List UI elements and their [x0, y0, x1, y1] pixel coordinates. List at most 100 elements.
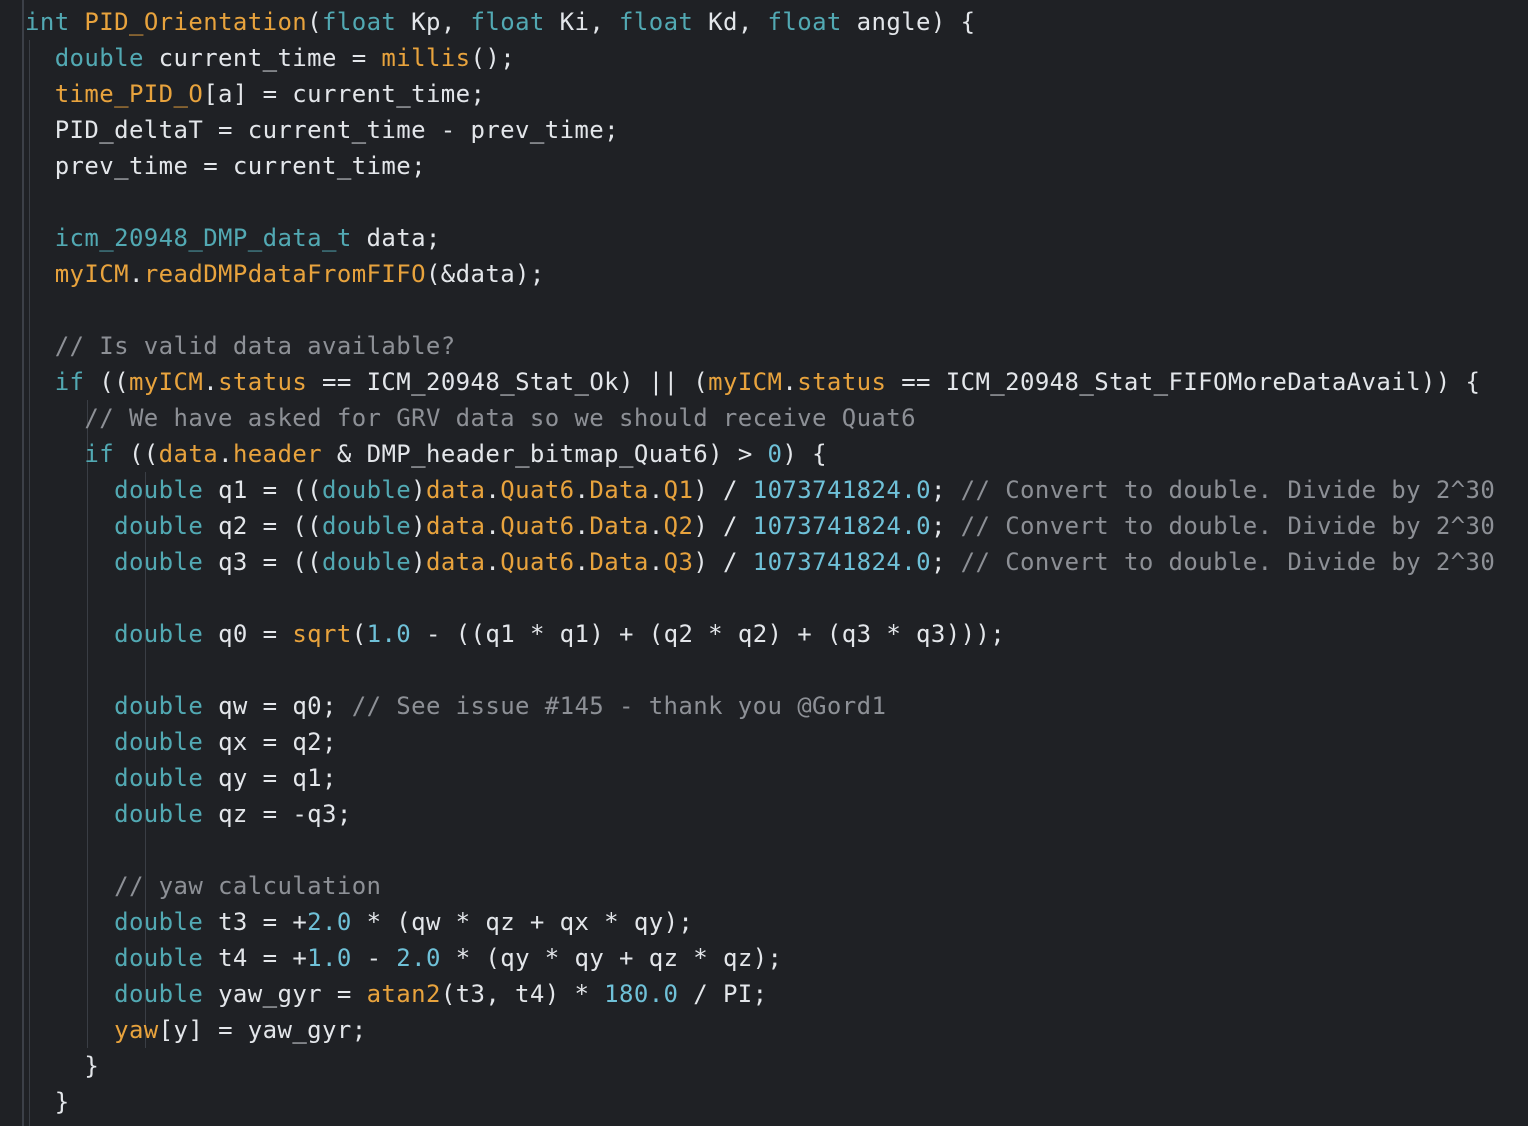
code-line: double q3 = ((double)data.Quat6.Data.Q3)…: [25, 544, 1495, 580]
code-token: .: [574, 476, 590, 504]
code-token: == ICM_20948_Stat_Ok) || (: [307, 368, 709, 396]
code-token: double: [114, 620, 204, 648]
code-token: atan2: [366, 980, 441, 1008]
code-token: float: [767, 8, 842, 36]
code-token: * (qw * qz + qx * qy);: [351, 908, 694, 936]
code-token: readDMPdataFromFIFO: [143, 260, 426, 288]
code-token: .: [574, 512, 590, 540]
code-line: prev_time = current_time;: [25, 148, 1495, 184]
code-token: if: [54, 368, 85, 396]
code-editor[interactable]: int PID_Orientation(float Kp, float Ki, …: [0, 0, 1528, 1126]
code-token: 2.0: [307, 908, 352, 936]
code-token: // yaw calculation: [114, 872, 382, 900]
code-token: }: [25, 1088, 70, 1116]
code-token: / PI;: [678, 980, 768, 1008]
code-line: icm_20948_DMP_data_t data;: [25, 220, 1495, 256]
code-token: 2.0: [396, 944, 441, 972]
code-token: ): [411, 512, 426, 540]
code-line: time_PID_O[a] = current_time;: [25, 76, 1495, 112]
code-token: [a] = current_time;: [203, 80, 486, 108]
code-token: millis: [381, 44, 471, 72]
code-line: int PID_Orientation(float Kp, float Ki, …: [25, 4, 1495, 40]
code-token: -: [351, 944, 397, 972]
code-token: // See issue #145 - thank you @Gord1: [351, 692, 887, 720]
code-token: t3 = +: [203, 908, 308, 936]
code-token: Q2: [663, 512, 694, 540]
code-token: Kd,: [693, 8, 768, 36]
code-line: double t4 = +1.0 - 2.0 * (qy * qy + qz *…: [25, 940, 1495, 976]
code-line: if ((data.header & DMP_header_bitmap_Qua…: [25, 436, 1495, 472]
code-token: if: [84, 440, 115, 468]
code-token: PID_Orientation: [84, 8, 308, 36]
code-token: 180.0: [604, 980, 679, 1008]
code-token: Quat6: [500, 476, 575, 504]
code-token: .: [485, 512, 501, 540]
code-token: myICM: [128, 368, 204, 396]
code-token: qz = -q3;: [203, 800, 352, 828]
code-token: myICM: [708, 368, 783, 396]
code-token: header: [232, 440, 323, 468]
code-token: .: [203, 368, 219, 396]
code-token: float: [619, 8, 694, 36]
code-line: yaw[y] = yaw_gyr;: [25, 1012, 1495, 1048]
code-token: (: [307, 8, 323, 36]
code-line: double t3 = +2.0 * (qw * qz + qx * qy);: [25, 904, 1495, 940]
code-token: double: [114, 728, 204, 756]
code-area[interactable]: int PID_Orientation(float Kp, float Ki, …: [25, 4, 1495, 1120]
code-token: data: [158, 440, 219, 468]
code-token: double: [114, 476, 204, 504]
code-line: // We have asked for GRV data so we shou…: [25, 400, 1495, 436]
code-line: double qx = q2;: [25, 724, 1495, 760]
code-token: == ICM_20948_Stat_FIFOMoreDataAvail)) {: [886, 368, 1481, 396]
code-token: Kp,: [396, 8, 471, 36]
code-token: 1073741824.0: [752, 512, 931, 540]
code-token: status: [797, 368, 887, 396]
code-token: t4 = +: [203, 944, 308, 972]
code-token: ;: [930, 548, 961, 576]
code-line: // yaw calculation: [25, 868, 1495, 904]
code-line: double yaw_gyr = atan2(t3, t4) * 180.0 /…: [25, 976, 1495, 1012]
code-token: - ((q1 * q1) + (q2 * q2) + (q3 * q3)));: [411, 620, 1006, 648]
code-token: Quat6: [500, 512, 575, 540]
code-token: ;: [930, 512, 961, 540]
code-token: double: [114, 944, 204, 972]
code-token: // Convert to double. Divide by 2^30: [960, 512, 1496, 540]
code-line: myICM.readDMPdataFromFIFO(&data);: [25, 256, 1495, 292]
code-token: .: [648, 548, 664, 576]
code-token: prev_time = current_time;: [25, 152, 426, 180]
code-line: }: [25, 1084, 1495, 1120]
code-token: [y] = yaw_gyr;: [158, 1016, 367, 1044]
code-token: Data: [589, 512, 649, 540]
code-line: double qz = -q3;: [25, 796, 1495, 832]
code-token: Q3: [663, 548, 694, 576]
code-token: 1.0: [307, 944, 352, 972]
code-token: .: [485, 548, 501, 576]
code-token: // We have asked for GRV data so we shou…: [84, 404, 916, 432]
code-token: Data: [589, 476, 649, 504]
code-token: ) /: [693, 476, 753, 504]
code-token: 1073741824.0: [752, 476, 931, 504]
code-line: double q1 = ((double)data.Quat6.Data.Q1)…: [25, 472, 1495, 508]
code-token: Ki,: [544, 8, 620, 36]
code-token: * (qy * qy + qz * qz);: [440, 944, 783, 972]
code-token: angle) {: [841, 8, 976, 36]
code-token: .: [218, 440, 233, 468]
code-token: PID_deltaT = current_time - prev_time;: [25, 116, 619, 144]
code-line: double qw = q0; // See issue #145 - than…: [25, 688, 1495, 724]
code-token: myICM: [54, 260, 129, 288]
code-token: q3 = ((: [203, 548, 323, 576]
code-token: qy = q1;: [203, 764, 337, 792]
code-token: sqrt: [292, 620, 352, 648]
